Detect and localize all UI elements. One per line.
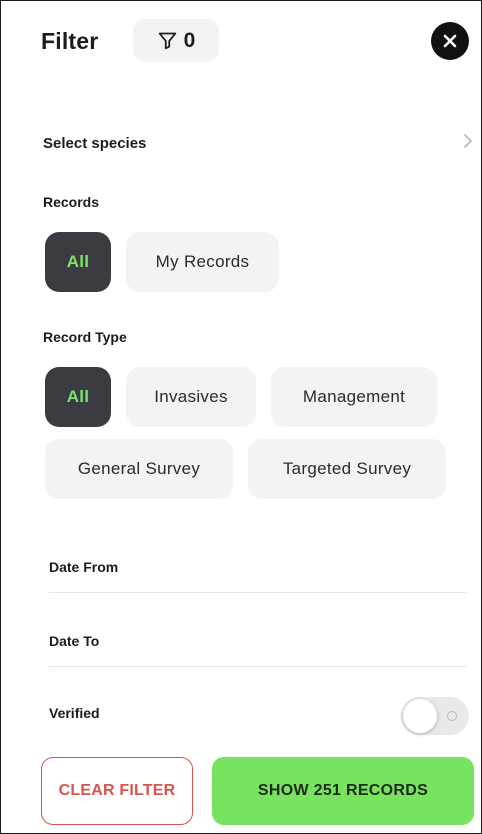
filter-panel: Filter 0 Select species Records All My R… [0, 0, 482, 834]
select-species-label: Select species [43, 134, 147, 152]
record-type-chip-invasives[interactable]: Invasives [126, 367, 256, 427]
verified-label: Verified [49, 705, 100, 721]
filter-count-value: 0 [183, 28, 196, 52]
date-to-field[interactable]: Date To [49, 627, 467, 667]
active-filter-count-badge[interactable]: 0 [133, 19, 219, 62]
date-to-label: Date To [49, 633, 100, 649]
records-chip-all[interactable]: All [45, 232, 111, 292]
record-type-chip-general-survey[interactable]: General Survey [45, 439, 233, 499]
show-records-button[interactable]: SHOW 251 RECORDS [212, 757, 474, 825]
record-type-chip-targeted-survey[interactable]: Targeted Survey [248, 439, 446, 499]
records-chip-my-records[interactable]: My Records [126, 232, 279, 292]
chevron-right-icon [463, 133, 473, 154]
verified-toggle[interactable] [401, 697, 469, 735]
record-type-section-label: Record Type [43, 329, 127, 345]
select-species-row[interactable]: Select species [43, 129, 473, 157]
date-from-label: Date From [49, 559, 119, 575]
date-from-field[interactable]: Date From [49, 553, 467, 593]
records-section-label: Records [43, 194, 100, 210]
clear-filter-button[interactable]: CLEAR FILTER [41, 757, 193, 825]
record-type-chip-all[interactable]: All [45, 367, 111, 427]
close-button[interactable] [431, 22, 469, 60]
page-title: Filter [41, 28, 99, 54]
record-type-chip-management[interactable]: Management [271, 367, 437, 427]
funnel-icon [158, 32, 176, 50]
toggle-knob [403, 699, 437, 733]
filter-header: Filter 0 [41, 19, 469, 63]
close-icon [443, 34, 457, 48]
toggle-off-indicator-icon [447, 711, 457, 721]
verified-row: Verified [49, 693, 469, 737]
